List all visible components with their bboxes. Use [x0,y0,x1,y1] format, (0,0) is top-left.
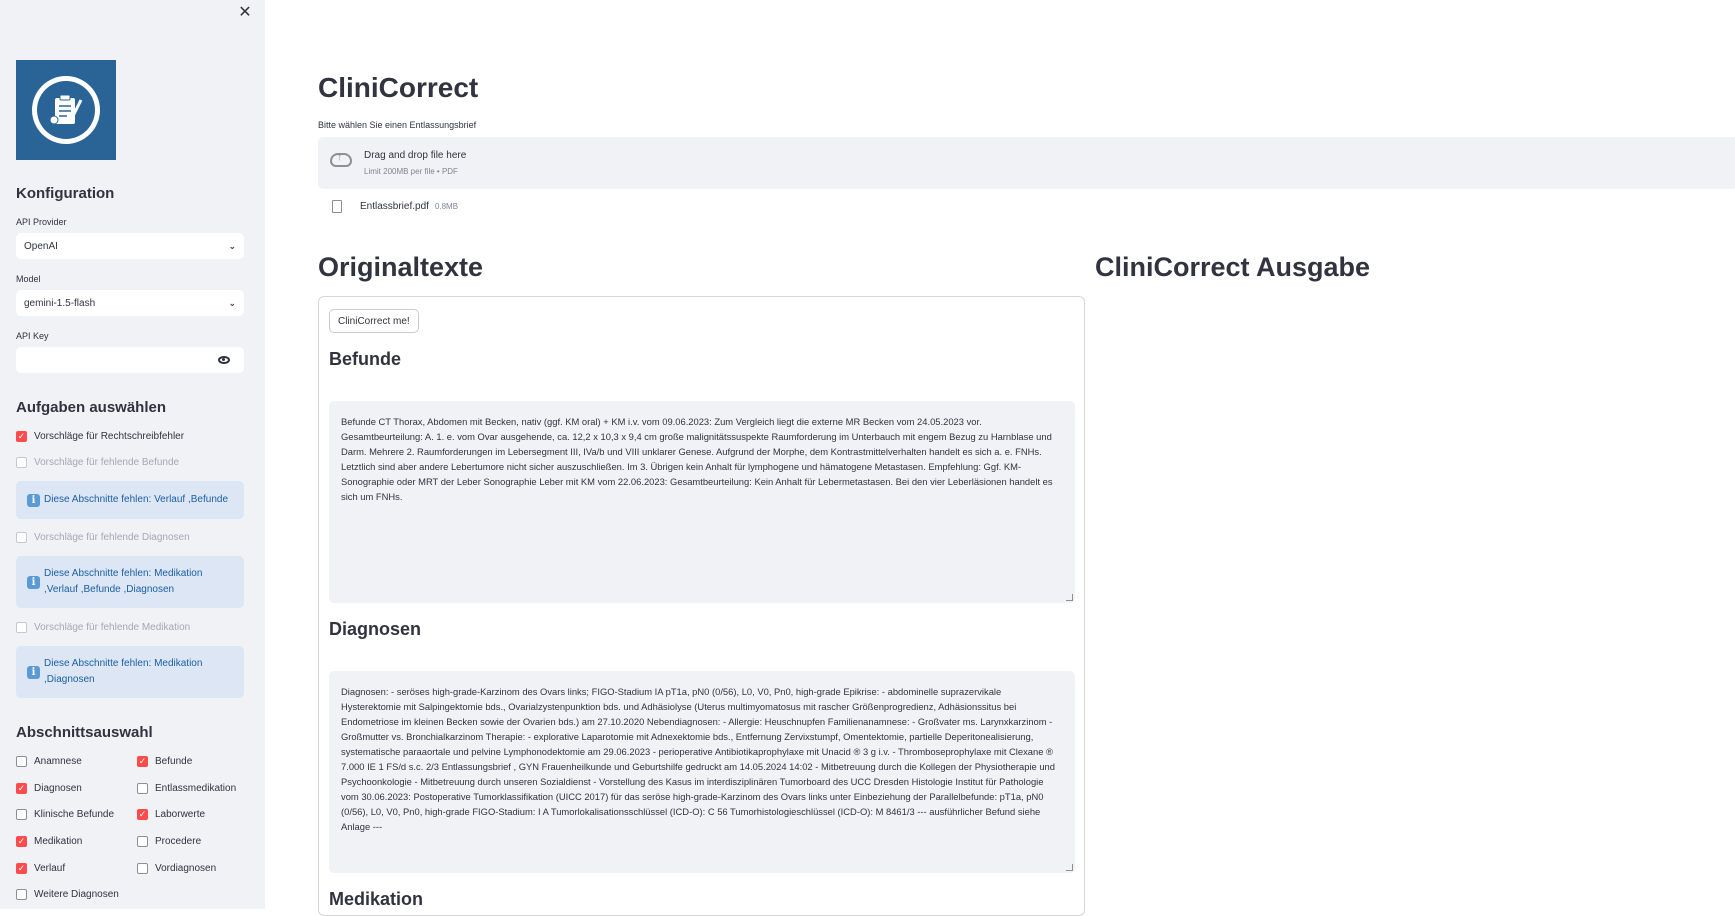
file-icon [332,200,342,213]
output-title: CliniCorrect Ausgabe [1095,252,1371,282]
eye-icon[interactable] [218,356,230,364]
info-text: Diese Abschnitte fehlen: Verlauf ,Befund… [44,494,229,505]
info-icon: i [27,665,40,679]
checkbox-checked[interactable] [16,431,27,442]
page-title: CliniCorrect [318,72,479,103]
cloud-upload-icon [330,151,352,167]
checkbox-unchecked[interactable] [16,532,27,543]
info-missing-medikation: i Diese Abschnitte fehlen: Medikation ,D… [16,646,244,698]
provider-label: API Provider [16,217,67,227]
section-label: Entlassmedikation [155,783,237,794]
section-label: Procedere [155,836,202,847]
sections-title: Abschnittsauswahl [16,724,153,741]
section-label: Weitere Diagnosen [34,889,119,900]
clinicorrect-button[interactable]: CliniCorrect me! [329,309,419,333]
chevron-down-icon: ⌄ [228,240,236,251]
main-content: CliniCorrect Bitte wählen Sie einen Entl… [265,0,1735,916]
info-text: Diese Abschnitte fehlen: Medikation ,Dia… [44,658,203,685]
section-label: Laborwerte [155,809,206,820]
section-laborwerte[interactable]: Laborwerte [137,809,205,820]
sidebar: ✕ Konfiguration API Provider OpenAI ⌄ Mo… [0,0,265,909]
task-missing-diagnosen[interactable]: Vorschläge für fehlende Diagnosen [16,532,190,543]
uploaded-file: Entlassbrief.pdf 0.8MB [332,200,458,213]
checkbox-unchecked[interactable] [137,863,148,874]
clipboard-pen-icon [49,94,83,125]
model-select[interactable]: gemini-1.5-flash ⌄ [16,290,244,316]
section-label: Klinische Befunde [34,809,115,820]
checkbox-checked[interactable] [137,809,148,820]
chevron-down-icon: ⌄ [228,297,236,308]
info-icon: i [27,493,40,507]
checkbox-unchecked[interactable] [137,836,148,847]
resize-handle-icon[interactable] [1066,864,1073,871]
section-verlauf[interactable]: Verlauf [16,863,65,874]
close-sidebar-icon[interactable]: ✕ [236,4,254,22]
checkbox-unchecked[interactable] [16,457,27,468]
befunde-textarea[interactable]: Befunde CT Thorax, Abdomen mit Becken, n… [329,401,1075,603]
section-entlassmedikation[interactable]: Entlassmedikation [137,783,236,794]
original-title: Originaltexte [318,252,484,282]
checkbox-unchecked[interactable] [16,889,27,900]
checkbox-unchecked[interactable] [16,756,27,767]
file-dropzone[interactable]: Drag and drop file here Limit 200MB per … [318,137,1735,189]
section-label: Diagnosen [34,783,82,794]
checkbox-checked[interactable] [137,756,148,767]
model-label: Model [16,274,41,284]
section-weitere-diagnosen[interactable]: Weitere Diagnosen [16,889,119,900]
section-label: Medikation [34,836,83,847]
apikey-label: API Key [16,331,49,341]
task-spelling[interactable]: Vorschläge für Rechtschreibfehler [16,431,184,442]
task-spelling-label: Vorschläge für Rechtschreibfehler [34,431,185,442]
befunde-text: Befunde CT Thorax, Abdomen mit Becken, n… [341,416,1053,502]
section-label: Verlauf [34,863,66,874]
section-label: Anamnese [34,756,82,767]
diagnosen-textarea[interactable]: Diagnosen: - seröses high-grade-Karzinom… [329,671,1075,873]
checkbox-checked[interactable] [16,863,27,874]
section-befunde[interactable]: Befunde [137,756,192,767]
checkbox-unchecked[interactable] [16,622,27,633]
section-procedere[interactable]: Procedere [137,836,201,847]
info-missing-diagnosen: i Diese Abschnitte fehlen: Medikation ,V… [16,556,244,608]
logo-center [37,81,95,139]
uploader-label: Bitte wählen Sie einen Entlassungsbrief [318,120,477,130]
task-missing-befunde-label: Vorschläge für fehlende Befunde [34,457,180,468]
original-panel: CliniCorrect me! Befunde Befunde CT Thor… [318,296,1085,916]
section-klinische-befunde[interactable]: Klinische Befunde [16,809,114,820]
section-label: Vordiagnosen [155,863,217,874]
section-heading-befunde: Befunde [329,349,401,369]
section-heading-diagnosen: Diagnosen [329,619,422,639]
section-anamnese[interactable]: Anamnese [16,756,82,767]
logo-ring [32,76,100,144]
file-name: Entlassbrief.pdf [360,201,429,212]
section-vordiagnosen[interactable]: Vordiagnosen [137,863,216,874]
section-diagnosen[interactable]: Diagnosen [16,783,82,794]
info-missing-befunde: i Diese Abschnitte fehlen: Verlauf ,Befu… [16,481,244,519]
apikey-input[interactable] [16,347,244,373]
checkbox-unchecked[interactable] [16,809,27,820]
dropzone-subtitle: Limit 200MB per file • PDF [364,167,458,176]
task-missing-medikation-label: Vorschläge für fehlende Medikation [34,622,191,633]
section-heading-medikation: Medikation [329,889,424,909]
task-missing-befunde[interactable]: Vorschläge für fehlende Befunde [16,457,179,468]
checkbox-unchecked[interactable] [137,783,148,794]
diagnosen-text: Diagnosen: - seröses high-grade-Karzinom… [341,686,1055,832]
task-missing-diagnosen-label: Vorschläge für fehlende Diagnosen [34,532,190,543]
tasks-title: Aufgaben auswählen [16,399,167,416]
checkbox-checked[interactable] [16,783,27,794]
provider-value: OpenAI [24,240,58,252]
info-text: Diese Abschnitte fehlen: Medikation ,Ver… [44,568,203,595]
dropzone-title: Drag and drop file here [364,150,467,161]
task-missing-medikation[interactable]: Vorschläge für fehlende Medikation [16,622,190,633]
config-title: Konfiguration [16,185,115,202]
section-label: Befunde [155,756,193,767]
section-medikation[interactable]: Medikation [16,836,82,847]
app-logo [16,60,116,160]
info-icon: i [27,575,40,589]
checkbox-checked[interactable] [16,836,27,847]
model-value: gemini-1.5-flash [24,297,96,309]
file-size: 0.8MB [434,202,459,211]
provider-select[interactable]: OpenAI ⌄ [16,233,244,259]
resize-handle-icon[interactable] [1066,594,1073,601]
